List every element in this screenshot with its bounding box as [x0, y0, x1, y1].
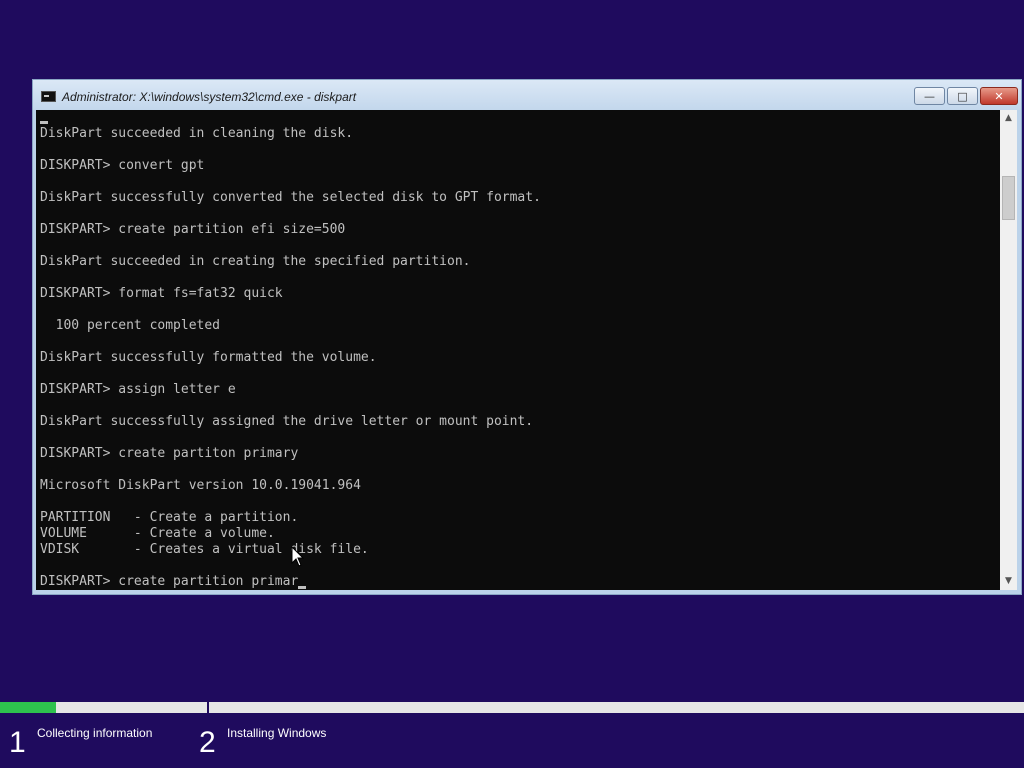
title-bar[interactable]: Administrator: X:\windows\system32\cmd.e… — [33, 80, 1021, 110]
console-input-text: DISKPART> create partition primar — [40, 574, 299, 589]
console-line: PARTITION - Create a partition. — [40, 510, 299, 525]
cmd-window[interactable]: Administrator: X:\windows\system32\cmd.e… — [32, 79, 1022, 595]
text-cursor — [298, 586, 307, 589]
console-line: DiskPart successfully converted the sele… — [40, 190, 541, 205]
close-button[interactable]: ✕ — [980, 87, 1018, 105]
console-line: Microsoft DiskPart version 10.0.19041.96… — [40, 478, 361, 493]
console-line: DiskPart successfully assigned the drive… — [40, 414, 534, 429]
console-line: DiskPart succeeded in creating the speci… — [40, 254, 471, 269]
console-line: DISKPART> create partiton primary — [40, 446, 299, 461]
console-line: VDISK - Creates a virtual disk file. — [40, 542, 369, 557]
minimize-button[interactable]: — — [914, 87, 945, 105]
setup-progress-fill — [0, 702, 57, 713]
cmd-app-icon[interactable] — [41, 91, 56, 102]
mouse-pointer-icon — [291, 546, 305, 567]
step-1-number: 1 — [9, 726, 26, 759]
console-line: 100 percent completed — [40, 318, 221, 333]
console-line: DiskPart succeeded in cleaning the disk. — [40, 126, 354, 141]
setup-progress-bar — [0, 702, 1024, 713]
window-title: Administrator: X:\windows\system32\cmd.e… — [62, 90, 357, 104]
step-2-number: 2 — [199, 726, 216, 759]
console-line: DISKPART> assign letter e — [40, 382, 236, 397]
scroll-thumb[interactable] — [1002, 176, 1015, 220]
console-scroll-marker — [40, 121, 48, 124]
console-line: VOLUME - Create a volume. — [40, 526, 275, 541]
console-input-line[interactable]: DISKPART> create partition primar — [40, 574, 307, 590]
minimize-icon: — — [924, 89, 935, 103]
console-line: DISKPART> create partition efi size=500 — [40, 222, 346, 237]
console-line: DiskPart successfully formatted the volu… — [40, 350, 377, 365]
step-2-label: Installing Windows — [227, 726, 327, 740]
scroll-down-icon[interactable]: ▼ — [1000, 573, 1017, 590]
scroll-up-icon[interactable]: ▲ — [1000, 110, 1017, 127]
setup-background: { "window": { "title": "Administrator: X… — [0, 0, 1024, 768]
console-line: DISKPART> convert gpt — [40, 158, 205, 173]
maximize-button[interactable]: □ — [947, 87, 978, 105]
close-icon: ✕ — [994, 89, 1004, 103]
vertical-scrollbar[interactable]: ▲ ▼ — [1000, 110, 1017, 590]
step-1-label: Collecting information — [37, 726, 153, 740]
maximize-icon: □ — [957, 89, 968, 103]
console-line: DISKPART> format fs=fat32 quick — [40, 286, 283, 301]
progress-step-divider — [207, 702, 209, 713]
console-output[interactable]: DiskPart succeeded in cleaning the disk.… — [36, 110, 1000, 590]
